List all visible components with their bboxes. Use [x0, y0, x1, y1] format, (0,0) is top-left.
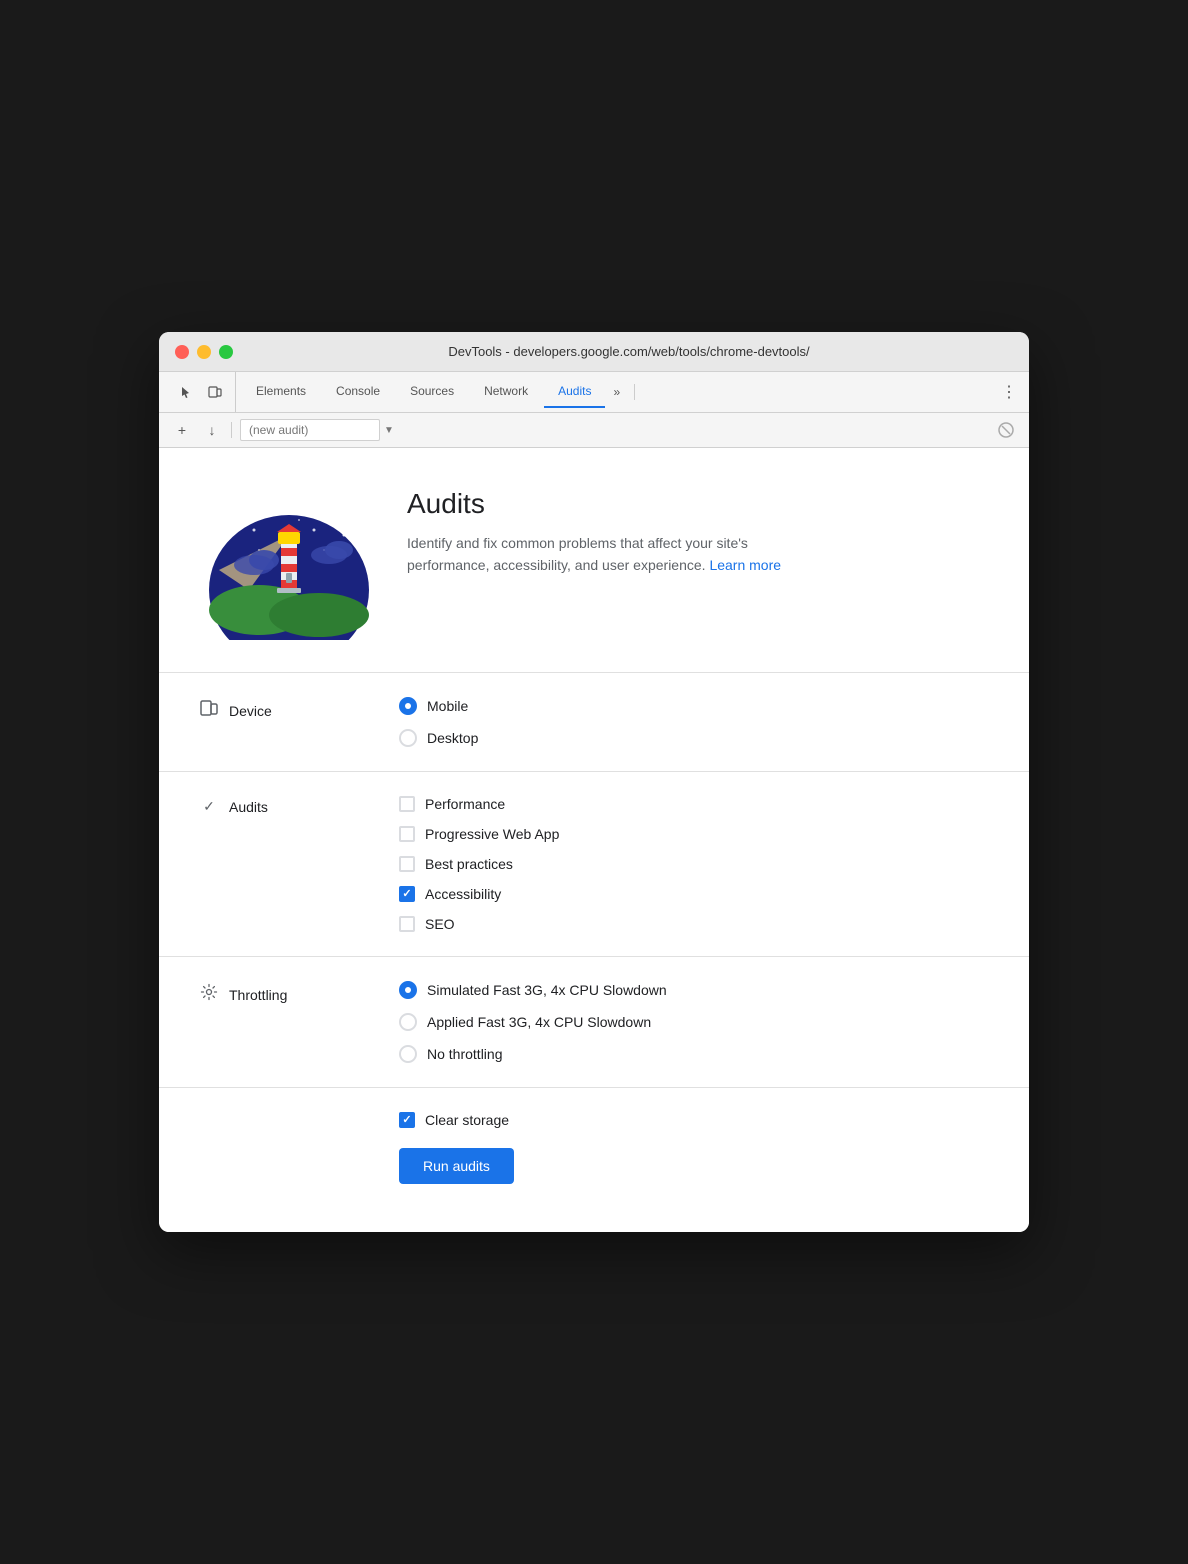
minimize-button[interactable]: [197, 345, 211, 359]
hero-text: Audits Identify and fix common problems …: [407, 480, 787, 577]
audit-accessibility-label: Accessibility: [425, 886, 501, 902]
main-content: Audits Identify and fix common problems …: [159, 448, 1029, 1232]
learn-more-link[interactable]: Learn more: [709, 557, 781, 573]
tab-elements[interactable]: Elements: [242, 376, 320, 408]
audit-bestpractices-checkbox[interactable]: [399, 856, 415, 872]
device-section: Device Mobile Desktop: [199, 673, 989, 771]
throttling-simulated-label: Simulated Fast 3G, 4x CPU Slowdown: [427, 982, 667, 998]
gear-icon: [199, 983, 219, 1006]
audit-pwa-checkbox[interactable]: [399, 826, 415, 842]
device-label-text: Device: [229, 703, 272, 719]
clear-storage-label: Clear storage: [425, 1112, 509, 1128]
throttling-applied-label: Applied Fast 3G, 4x CPU Slowdown: [427, 1014, 651, 1030]
hero-section: Audits Identify and fix common problems …: [199, 480, 989, 640]
tab-icons: [167, 372, 236, 412]
throttling-simulated-radio[interactable]: [399, 981, 417, 999]
throttling-section: Throttling Simulated Fast 3G, 4x CPU Slo…: [199, 957, 989, 1087]
clear-storage-checkbox[interactable]: [399, 1112, 415, 1128]
tab-sources[interactable]: Sources: [396, 376, 468, 408]
throttling-none-label: No throttling: [427, 1046, 502, 1062]
audits-options: Performance Progressive Web App Best pra…: [399, 796, 989, 932]
devtools-window: DevTools - developers.google.com/web/too…: [159, 332, 1029, 1232]
page-title: Audits: [407, 488, 787, 520]
device-options: Mobile Desktop: [399, 697, 989, 747]
download-button[interactable]: ↓: [201, 419, 223, 441]
lighthouse-illustration: [199, 480, 379, 640]
audits-section: ✓ Audits Performance Progressive Web App…: [199, 772, 989, 956]
cursor-icon[interactable]: [175, 380, 199, 404]
close-button[interactable]: [175, 345, 189, 359]
tab-separator: [634, 384, 635, 400]
throttling-options: Simulated Fast 3G, 4x CPU Slowdown Appli…: [399, 981, 989, 1063]
audits-label-text: Audits: [229, 799, 268, 815]
run-audits-button[interactable]: Run audits: [399, 1148, 514, 1184]
throttling-applied-option[interactable]: Applied Fast 3G, 4x CPU Slowdown: [399, 1013, 989, 1031]
device-desktop-radio[interactable]: [399, 729, 417, 747]
throttling-label-text: Throttling: [229, 987, 287, 1003]
tab-console[interactable]: Console: [322, 376, 394, 408]
audit-bestpractices-option[interactable]: Best practices: [399, 856, 989, 872]
clear-storage-section: Clear storage Run audits: [199, 1088, 989, 1200]
device-mobile-radio[interactable]: [399, 697, 417, 715]
tab-menu-button[interactable]: ⋮: [997, 380, 1021, 404]
audit-select-arrow[interactable]: ▼: [384, 425, 394, 436]
throttling-none-radio[interactable]: [399, 1045, 417, 1063]
audit-accessibility-checkbox[interactable]: [399, 886, 415, 902]
checkmark-icon: ✓: [199, 798, 219, 815]
title-bar: DevTools - developers.google.com/web/too…: [159, 332, 1029, 372]
audit-select-container: (new audit) ▼: [240, 419, 987, 441]
add-audit-button[interactable]: +: [171, 419, 193, 441]
audit-performance-checkbox[interactable]: [399, 796, 415, 812]
throttling-applied-radio[interactable]: [399, 1013, 417, 1031]
device-icon: [199, 699, 219, 722]
audit-pwa-label: Progressive Web App: [425, 826, 559, 842]
window-title: DevTools - developers.google.com/web/too…: [245, 344, 1013, 359]
audit-seo-label: SEO: [425, 916, 455, 932]
device-desktop-option[interactable]: Desktop: [399, 729, 989, 747]
throttling-simulated-option[interactable]: Simulated Fast 3G, 4x CPU Slowdown: [399, 981, 989, 999]
tab-network[interactable]: Network: [470, 376, 542, 408]
audit-performance-option[interactable]: Performance: [399, 796, 989, 812]
hero-description: Identify and fix common problems that af…: [407, 532, 787, 577]
audit-seo-option[interactable]: SEO: [399, 916, 989, 932]
maximize-button[interactable]: [219, 345, 233, 359]
traffic-lights: [175, 345, 233, 359]
device-label: Device: [199, 697, 399, 722]
clear-storage-option[interactable]: Clear storage: [399, 1112, 989, 1128]
throttling-label: Throttling: [199, 981, 399, 1006]
audit-accessibility-option[interactable]: Accessibility: [399, 886, 989, 902]
audit-bestpractices-label: Best practices: [425, 856, 513, 872]
audit-pwa-option[interactable]: Progressive Web App: [399, 826, 989, 842]
audit-select-label: (new audit): [240, 419, 380, 441]
device-mobile-label: Mobile: [427, 698, 468, 714]
tab-audits[interactable]: Audits: [544, 376, 605, 408]
toolbar-separator: [231, 422, 232, 438]
device-icon[interactable]: [203, 380, 227, 404]
stop-button[interactable]: [995, 419, 1017, 441]
audit-seo-checkbox[interactable]: [399, 916, 415, 932]
audit-performance-label: Performance: [425, 796, 505, 812]
device-mobile-option[interactable]: Mobile: [399, 697, 989, 715]
audits-label: ✓ Audits: [199, 796, 399, 815]
tab-more[interactable]: »: [607, 377, 626, 407]
throttling-none-option[interactable]: No throttling: [399, 1045, 989, 1063]
device-desktop-label: Desktop: [427, 730, 478, 746]
audit-toolbar: + ↓ (new audit) ▼: [159, 413, 1029, 448]
tab-bar: Elements Console Sources Network Audits …: [159, 372, 1029, 413]
